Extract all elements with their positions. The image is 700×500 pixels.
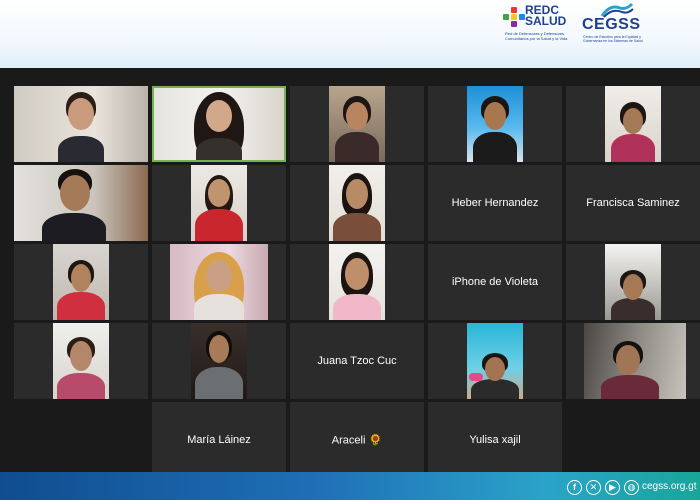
video-gallery: Heber Hernandez Francisca Saminez iPhone… xyxy=(0,68,700,478)
participant-tile[interactable] xyxy=(152,165,286,241)
cegss-logo-subtitle: Centro de Estudios para la Equidad y Gob… xyxy=(583,35,643,43)
cegss-logo: CEGSS Centro de Estudios para la Equidad… xyxy=(580,2,654,46)
participant-video xyxy=(605,244,661,320)
participant-video xyxy=(467,323,523,399)
participant-tile[interactable] xyxy=(566,244,700,320)
participant-tile[interactable] xyxy=(14,323,148,399)
participant-name: Juana Tzoc Cuc xyxy=(317,355,397,367)
redc-salud-logo: REDC SALUD Red de Defensoras y Defensore… xyxy=(503,3,573,43)
participant-video xyxy=(14,86,148,162)
participant-tile[interactable] xyxy=(290,86,424,162)
participant-video xyxy=(14,165,148,241)
participant-video xyxy=(53,323,109,399)
participant-video xyxy=(191,165,247,241)
participant-video xyxy=(329,165,385,241)
participant-tile[interactable] xyxy=(152,323,286,399)
participant-tile[interactable]: Yulisa xajil xyxy=(428,402,562,478)
footer-banner: f ✕ ▶ ◍ cegss.org.gt xyxy=(0,472,700,500)
participant-tile[interactable]: Araceli 🌻 xyxy=(290,402,424,478)
participant-name: iPhone de Violeta xyxy=(451,276,539,288)
participant-name: María Láinez xyxy=(187,434,251,446)
cegss-logo-name: CEGSS xyxy=(582,16,641,33)
participant-tile[interactable] xyxy=(290,165,424,241)
redc-logo-subtitle: Red de Defensoras y Defensores Comunitar… xyxy=(505,31,568,41)
x-icon[interactable]: ✕ xyxy=(586,480,601,495)
participant-tile[interactable] xyxy=(14,244,148,320)
globe-icon[interactable]: ◍ xyxy=(624,480,639,495)
participant-tile[interactable] xyxy=(428,86,562,162)
participant-tile[interactable]: iPhone de Violeta xyxy=(428,244,562,320)
participant-video xyxy=(154,88,284,160)
participant-video xyxy=(605,86,661,162)
participant-video xyxy=(467,86,523,162)
participant-tile[interactable] xyxy=(428,323,562,399)
participant-tile[interactable]: Heber Hernandez xyxy=(428,165,562,241)
participant-name: Heber Hernandez xyxy=(451,197,539,209)
participant-tile[interactable] xyxy=(290,244,424,320)
participant-name: Araceli 🌻 xyxy=(331,434,383,447)
participant-tile[interactable] xyxy=(14,165,148,241)
website-link[interactable]: cegss.org.gt xyxy=(642,481,696,492)
redc-logo-line2: SALUD xyxy=(525,14,567,28)
participant-video xyxy=(584,323,686,399)
participant-tile[interactable] xyxy=(14,86,148,162)
participant-video xyxy=(170,244,268,320)
participant-tile[interactable]: Juana Tzoc Cuc xyxy=(290,323,424,399)
participant-video xyxy=(53,244,109,320)
participant-name: Francisca Saminez xyxy=(586,197,680,209)
participant-video xyxy=(329,86,385,162)
participant-tile[interactable] xyxy=(566,323,700,399)
participant-name: Yulisa xajil xyxy=(469,434,521,446)
participant-tile[interactable] xyxy=(152,244,286,320)
facebook-icon[interactable]: f xyxy=(567,480,582,495)
participant-video xyxy=(329,244,385,320)
header-banner: REDC SALUD Red de Defensoras y Defensore… xyxy=(0,0,700,68)
participant-video xyxy=(191,323,247,399)
participant-tile[interactable]: Francisca Saminez xyxy=(566,165,700,241)
participant-tile[interactable] xyxy=(566,86,700,162)
youtube-icon[interactable]: ▶ xyxy=(605,480,620,495)
participant-tile-active-speaker[interactable] xyxy=(152,86,286,162)
participant-tile[interactable]: María Láinez xyxy=(152,402,286,478)
puzzle-icon xyxy=(503,7,525,29)
